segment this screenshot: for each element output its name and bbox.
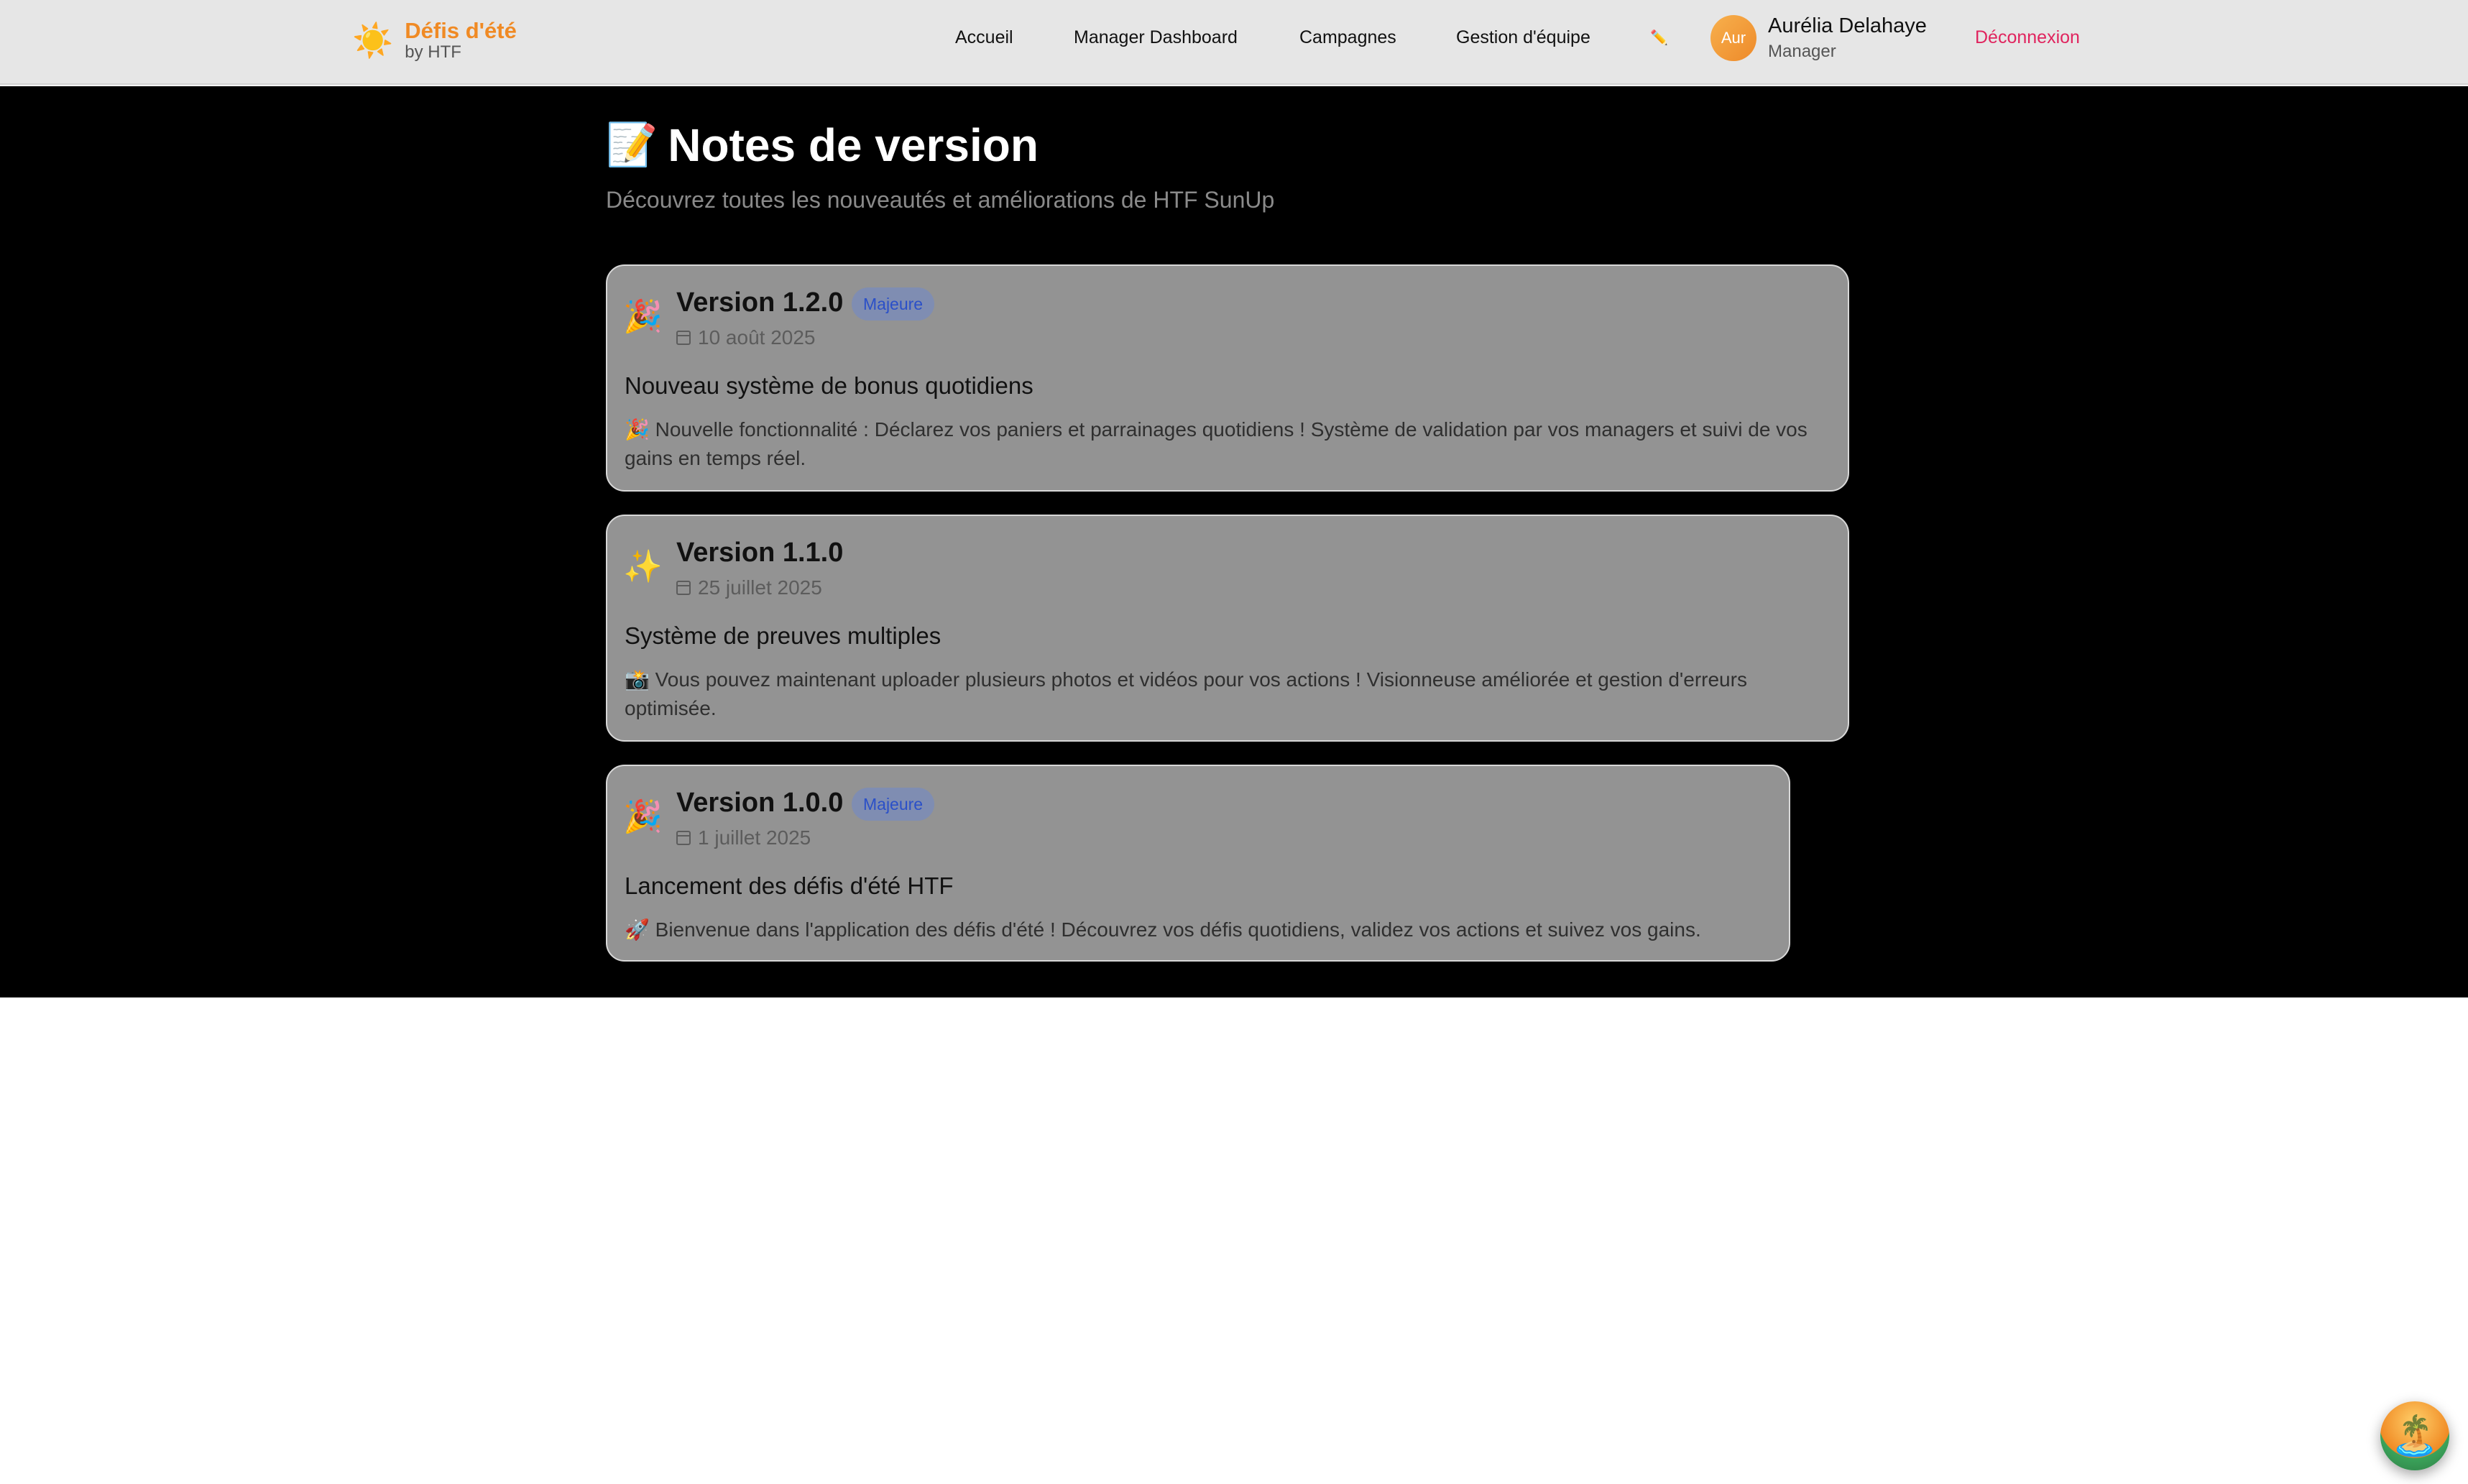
release-title: Lancement des défis d'été HTF (625, 872, 954, 899)
page-subtitle: Découvrez toutes les nouveautés et améli… (606, 187, 1275, 213)
release-description: 📸 Vous pouvez maintenant uploader plusie… (625, 668, 1747, 719)
release-title: Nouveau système de bonus quotidiens (625, 372, 1033, 399)
page-title-text: Notes de version (668, 119, 1039, 171)
release-version: Version 1.1.0 (676, 538, 844, 568)
release-card-1-2-0: 🎉 Version 1.2.0 Majeure 10 août 2025 Nou… (606, 264, 1849, 492)
release-card-1-0-0: 🎉 Version 1.0.0 Majeure 1 juillet 2025 L… (606, 765, 1790, 962)
sun-icon: ☀️ (352, 22, 394, 60)
release-badge: Majeure (852, 287, 935, 321)
user-role: Manager (1768, 42, 1836, 61)
calendar-icon (676, 581, 691, 595)
user-name: Aurélia Delahaye (1768, 14, 1927, 37)
pencil-icon[interactable]: ✏️ (1650, 29, 1668, 47)
main-content: 📝 Notes de version Découvrez toutes les … (0, 86, 2468, 997)
beach-icon[interactable]: 🏝️ (2380, 1401, 2449, 1470)
release-date: 1 juillet 2025 (676, 826, 811, 849)
nav-manager-dashboard[interactable]: Manager Dashboard (1074, 27, 1238, 48)
calendar-icon (676, 331, 691, 345)
release-version: Version 1.2.0 (676, 287, 844, 318)
top-navbar: ☀️ Défis d'été by HTF Accueil Manager Da… (0, 0, 2468, 85)
release-description: 🎉 Nouvelle fonctionnalité : Déclarez vos… (625, 418, 1808, 469)
nav-gestion-equipe[interactable]: Gestion d'équipe (1456, 27, 1590, 48)
release-date: 10 août 2025 (676, 326, 816, 349)
party-popper-icon: 🎉 (623, 299, 663, 334)
release-card-1-1-0: ✨ Version 1.1.0 25 juillet 2025 Système … (606, 515, 1849, 742)
nav-campagnes[interactable]: Campagnes (1299, 27, 1396, 48)
release-version: Version 1.0.0 (676, 788, 844, 818)
release-badge: Majeure (852, 788, 935, 821)
logout-button[interactable]: Déconnexion (1975, 27, 2080, 48)
brand-title: Défis d'été (405, 18, 517, 43)
brand-subtitle: by HTF (405, 42, 461, 63)
avatar[interactable]: Aur (1710, 15, 1756, 61)
party-popper-icon: 🎉 (623, 799, 663, 834)
brand-logo[interactable]: ☀️ Défis d'été by HTF (352, 18, 517, 63)
sparkles-icon: ✨ (623, 549, 663, 584)
calendar-icon (676, 831, 691, 845)
nav-accueil[interactable]: Accueil (955, 27, 1013, 48)
release-description: 🚀 Bienvenue dans l'application des défis… (625, 918, 1701, 941)
release-title: Système de preuves multiples (625, 622, 941, 649)
memo-icon: 📝 (606, 121, 658, 168)
page-title: 📝 Notes de version (606, 119, 1039, 172)
release-date: 25 juillet 2025 (676, 576, 822, 599)
